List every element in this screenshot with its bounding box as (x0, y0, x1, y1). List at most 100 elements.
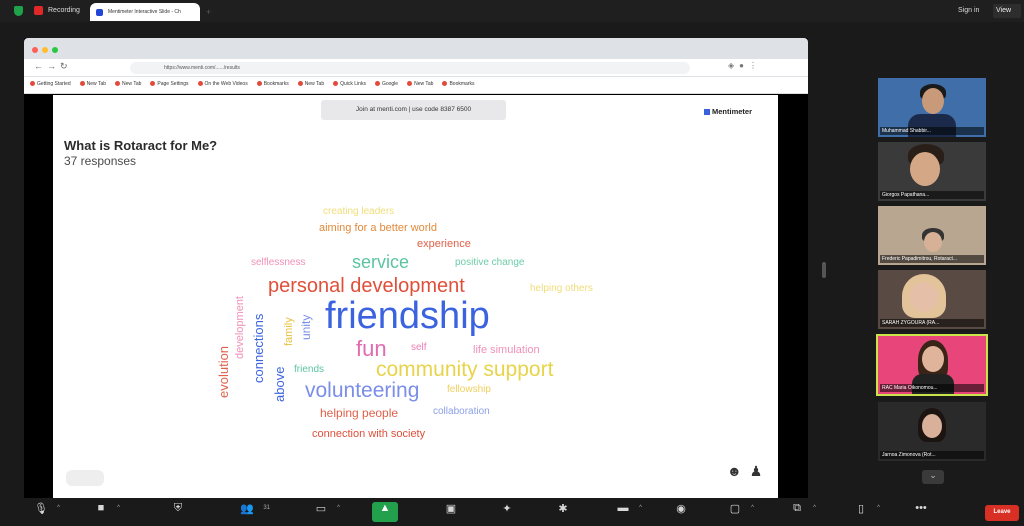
word: helping others (530, 283, 593, 294)
word: aiming for a better world (319, 222, 437, 234)
chevron-up-icon: ^ (117, 505, 120, 511)
gallery-down-chevron-icon[interactable]: ⌄ (922, 470, 944, 484)
participant-face (910, 152, 940, 186)
word-vertical: above (272, 366, 287, 402)
word: creating leaders (323, 206, 395, 217)
bookmark-favicon-icon (374, 81, 380, 87)
bookmark-item[interactable]: Bookmarks (442, 81, 474, 87)
mentimeter-logo: Mentimeter (704, 107, 752, 116)
address-bar[interactable]: https://www.menti.com/....../results (130, 62, 690, 74)
captions-icon[interactable]: ▢ ^ (722, 502, 754, 522)
word: friends (294, 364, 325, 375)
more-icon[interactable]: ••• (908, 502, 934, 522)
participant-tile[interactable]: Giorgos Papathana... (878, 142, 986, 201)
participant-face (922, 346, 944, 372)
presenter-logo (66, 470, 104, 486)
bookmarks-bar: Getting Started New Tab New Tab Page Settin… (24, 77, 808, 94)
word: life simulation (473, 344, 540, 356)
word: volunteering (305, 379, 420, 402)
bookmark-favicon-icon (442, 81, 448, 87)
word: experience (417, 238, 471, 250)
bookmark-favicon-icon (297, 81, 303, 87)
word: helping people (320, 406, 399, 420)
recording-label: Recording (48, 7, 80, 14)
chevron-up-icon: ^ (337, 505, 340, 511)
leave-button[interactable]: Leave (985, 505, 1019, 521)
extensions-icon: ◈ (728, 61, 740, 70)
reactions-icon[interactable]: ✦ (494, 502, 520, 522)
minimize-window-icon[interactable] (42, 47, 48, 53)
security-shield-icon[interactable] (14, 6, 23, 16)
notes-icon[interactable]: ◉ (668, 502, 694, 522)
bookmark-favicon-icon (79, 81, 85, 87)
participant-face (910, 282, 938, 312)
participants-icon[interactable]: 👥 31 (234, 502, 270, 522)
word: service (352, 252, 410, 272)
bookmark-item[interactable]: On the Web Videos (197, 81, 248, 87)
security-icon[interactable]: ⛨ (165, 502, 191, 522)
bookmark-item[interactable]: Page Settings (150, 81, 189, 87)
bookmark-favicon-icon (115, 81, 121, 87)
word-vertical: development (234, 296, 246, 359)
participant-name: RAC Maria Oikonomou... (880, 384, 984, 392)
video-icon[interactable]: ■ ^ (88, 502, 120, 522)
bookmark-item[interactable]: Getting Started (30, 81, 71, 87)
whiteboard-icon[interactable]: ▬ ^ (610, 502, 643, 522)
participant-tile[interactable]: Jarnoa Zimonova (Rot... (878, 402, 986, 461)
question-title: What is Rotaract for Me? (64, 138, 218, 153)
participant-tile[interactable]: Frederic Papadimitrou, Rotaract... (878, 206, 986, 265)
chevron-up-icon: ^ (639, 505, 642, 511)
nav-buttons[interactable]: ←→↻ (34, 61, 72, 72)
more-options-icon[interactable]: ▯ ^ (848, 502, 880, 522)
person-icon: ♟ (749, 463, 771, 479)
word-vertical: family (283, 317, 295, 346)
bookmark-favicon-icon (333, 81, 339, 87)
bookmark-item[interactable]: New Tab (115, 81, 141, 87)
person-icon: ☻ (727, 463, 750, 479)
bookmark-item[interactable]: Quick Links (333, 81, 366, 87)
participant-tile[interactable]: SARAH ZYGOURA (RA... (878, 270, 986, 329)
chevron-up-icon: ^ (877, 505, 880, 511)
close-window-icon[interactable] (32, 47, 38, 53)
browser-tab[interactable]: Mentimeter Interactive Slide - Ch (90, 3, 200, 21)
bookmark-favicon-icon (256, 81, 262, 87)
word: fun (356, 336, 387, 361)
participant-tile-active-speaker[interactable]: RAC Maria Oikonomou... (876, 334, 988, 396)
join-instructions: Join at menti.com | use code 8387 6500 (321, 100, 506, 120)
mentimeter-mark-icon (704, 109, 710, 115)
recording-icon (34, 6, 43, 15)
sign-in-link[interactable]: Sign in (958, 7, 979, 14)
breakout-icon[interactable]: ⧉ ^ (784, 502, 816, 522)
word: fellowship (447, 384, 491, 395)
chevron-up-icon: ^ (813, 505, 816, 511)
new-tab-button[interactable]: + (206, 7, 211, 17)
bookmark-item[interactable]: New Tab (297, 81, 324, 87)
mentimeter-favicon-icon (96, 9, 103, 16)
forward-icon[interactable]: → (47, 61, 60, 71)
bookmark-item[interactable]: New Tab (79, 81, 106, 87)
record-icon[interactable]: ▣ (438, 502, 464, 522)
bookmark-item[interactable]: Google (374, 81, 398, 87)
chevron-up-icon: ^ (57, 505, 60, 511)
bookmark-item[interactable]: New Tab (407, 81, 433, 87)
bookmark-favicon-icon (150, 81, 156, 87)
split-drag-handle[interactable] (822, 262, 826, 278)
chat-icon[interactable]: ▭ ^ (308, 502, 340, 522)
mic-icon[interactable]: 🎙 ^ (28, 502, 60, 522)
maximize-window-icon[interactable] (52, 47, 58, 53)
participant-face (924, 232, 942, 252)
word: selflessness (251, 257, 306, 268)
responses-count: 37 responses (64, 154, 137, 168)
participants-count: 31 (263, 505, 270, 511)
participant-name: Muhammad Shabbir... (880, 127, 984, 135)
reload-icon[interactable]: ↻ (60, 61, 72, 71)
apps-icon[interactable]: ✱ (550, 502, 576, 522)
audience-icons: ☻♟ (727, 463, 770, 480)
view-button[interactable]: View (993, 4, 1021, 18)
participant-tile[interactable]: Muhammad Shabbir... (878, 78, 986, 137)
browser-toolbar-icons[interactable]: ◈●⋮ (728, 61, 762, 70)
bookmark-item[interactable]: Bookmarks (256, 81, 289, 87)
back-icon[interactable]: ← (34, 61, 47, 71)
share-screen-icon[interactable]: ▲ (372, 502, 398, 522)
word-vertical: connections (251, 313, 266, 383)
